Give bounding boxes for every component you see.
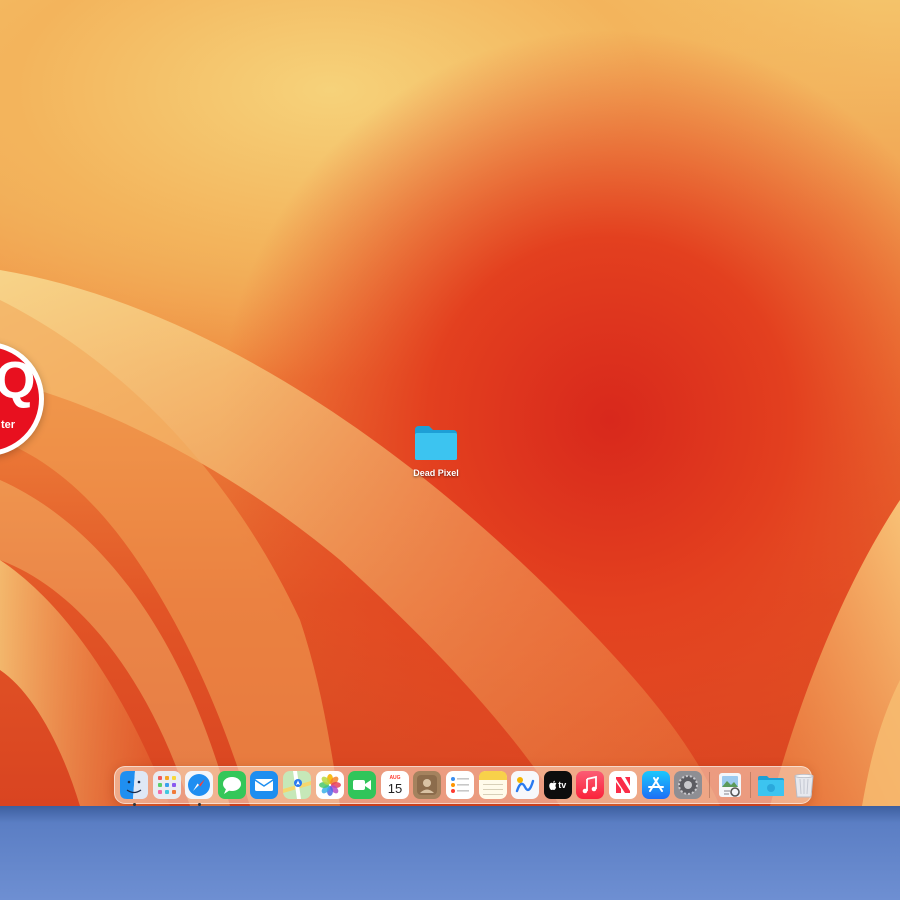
q-badge-logo[interactable]: Q ter <box>0 342 44 456</box>
maps-icon <box>282 771 311 799</box>
dock-facetime[interactable] <box>348 771 377 799</box>
preview-icon <box>718 773 741 797</box>
facetime-icon <box>348 771 377 799</box>
dock-separator <box>750 772 752 798</box>
desk-surface <box>0 806 900 900</box>
notes-icon <box>478 771 507 799</box>
dock-system-settings[interactable] <box>674 771 703 799</box>
dock-appstore[interactable] <box>641 771 670 799</box>
dock-mail[interactable] <box>250 771 279 799</box>
dock-notes[interactable] <box>478 771 507 799</box>
dock: AUG 15 tv <box>114 766 814 806</box>
photos-icon <box>315 771 344 799</box>
appstore-icon <box>641 771 670 799</box>
calendar-icon: AUG 15 <box>380 771 409 799</box>
safari-icon <box>185 771 214 799</box>
folder-icon <box>415 426 457 460</box>
apple-logo-icon <box>549 780 557 790</box>
appletv-icon: tv <box>543 771 572 799</box>
folder-label: Dead Pixel <box>413 468 459 478</box>
dock-calendar[interactable]: AUG 15 <box>380 771 409 799</box>
dock-trash[interactable] <box>790 771 818 799</box>
music-icon <box>576 771 605 799</box>
downloads-folder-icon <box>758 776 785 796</box>
dock-preview[interactable] <box>716 771 744 799</box>
desktop-folder-dead-pixel[interactable]: Dead Pixel <box>404 424 468 478</box>
dock-appletv[interactable]: tv <box>543 771 572 799</box>
dock-reminders[interactable] <box>445 771 474 799</box>
dock-separator <box>708 772 710 798</box>
settings-icon <box>674 771 703 799</box>
badge-letter: Q <box>0 352 36 410</box>
dock-finder[interactable] <box>120 771 148 806</box>
reminders-icon <box>445 771 474 799</box>
desktop[interactable]: Q ter Dead Pixel AUG 15 tv <box>0 0 900 806</box>
dock-contacts[interactable] <box>413 771 442 799</box>
mail-icon <box>250 771 279 799</box>
dock-safari[interactable] <box>185 771 214 806</box>
calendar-day: 15 <box>388 781 402 796</box>
appletv-label: tv <box>558 779 567 790</box>
dock-launchpad[interactable] <box>152 771 181 799</box>
dock-messages[interactable] <box>217 771 246 799</box>
dock-freeform[interactable] <box>511 771 540 799</box>
messages-icon <box>217 771 246 799</box>
freeform-icon <box>511 771 540 799</box>
trash-icon <box>794 774 814 798</box>
dock-music[interactable] <box>576 771 605 799</box>
dock-news[interactable] <box>608 771 637 799</box>
badge-text: ter <box>1 419 16 431</box>
news-icon <box>608 771 637 799</box>
dock-maps[interactable] <box>282 771 311 799</box>
dock-photos[interactable] <box>315 771 344 799</box>
launchpad-icon <box>152 771 181 799</box>
dock-downloads-folder[interactable] <box>757 771 785 799</box>
wallpaper-waves <box>0 270 900 806</box>
contacts-icon <box>413 771 442 799</box>
finder-icon <box>120 771 148 799</box>
